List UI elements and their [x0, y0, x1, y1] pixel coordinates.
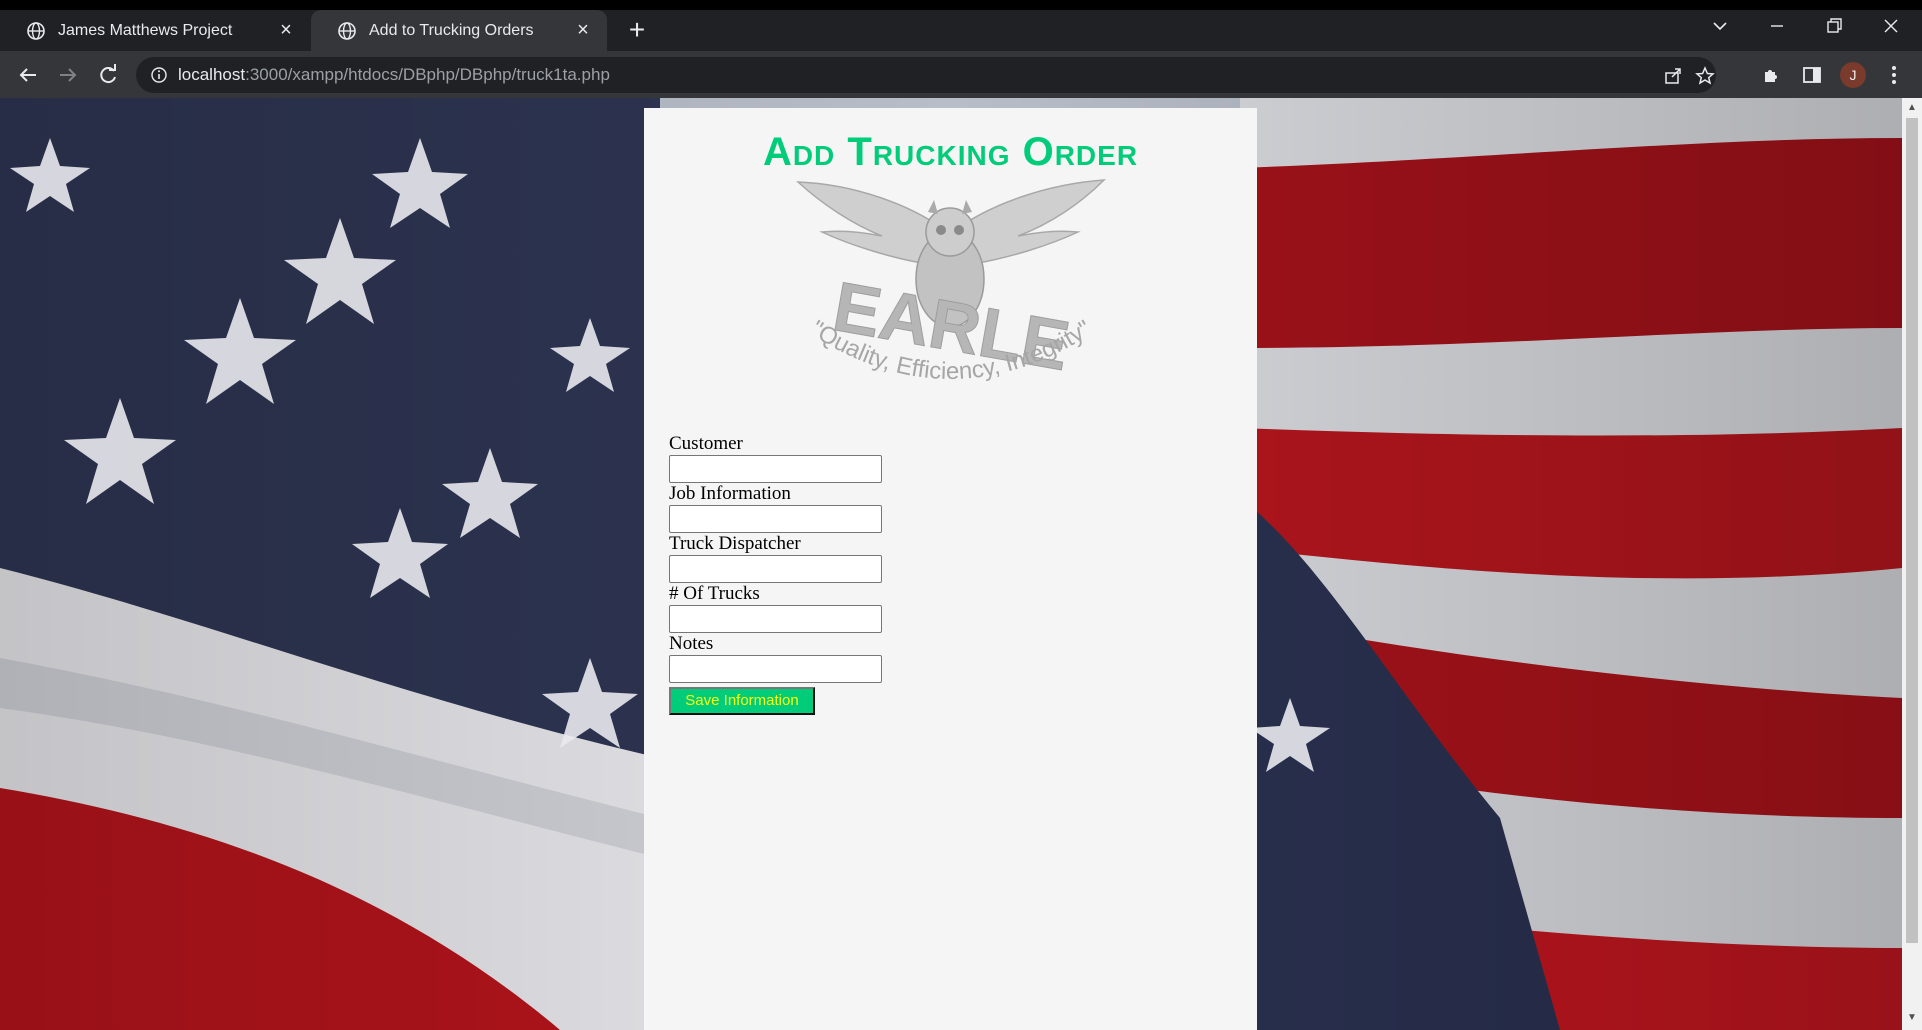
- url-host: localhost: [178, 65, 246, 84]
- customer-field-group: Customer: [669, 433, 882, 483]
- notes-field-group: Notes: [669, 633, 882, 683]
- page-title: Add Trucking Order: [762, 130, 1139, 174]
- content-panel: Add Trucking Order EARLE "Quality, Effic…: [644, 108, 1257, 1030]
- customer-label: Customer: [669, 433, 743, 454]
- globe-icon: [27, 21, 45, 40]
- bookmark-star-icon[interactable]: [1694, 65, 1716, 87]
- scroll-up-arrow-icon[interactable]: ▲: [1906, 102, 1918, 114]
- extensions-puzzle-icon[interactable]: [1760, 63, 1784, 87]
- profile-avatar[interactable]: J: [1840, 62, 1866, 88]
- tab-title: James Matthews Project: [58, 21, 233, 39]
- tab-search-chevron-icon[interactable]: [1708, 14, 1732, 38]
- page-viewport: Add Trucking Order EARLE "Quality, Effic…: [0, 98, 1902, 1030]
- truck-dispatcher-label: Truck Dispatcher: [669, 533, 801, 554]
- job-information-field-group: Job Information: [669, 483, 882, 533]
- new-tab-icon[interactable]: +: [624, 16, 650, 44]
- customer-input[interactable]: [669, 455, 882, 483]
- minimize-icon[interactable]: [1765, 14, 1789, 38]
- truck-dispatcher-field-group: Truck Dispatcher: [669, 533, 882, 583]
- url-text: localhost:3000/xampp/htdocs/DBphp/DBphp/…: [178, 65, 610, 85]
- job-information-input[interactable]: [669, 505, 882, 533]
- close-tab-icon[interactable]: ×: [573, 20, 593, 40]
- globe-icon: [338, 21, 356, 40]
- window-top-edge: [0, 0, 1922, 10]
- number-of-trucks-input[interactable]: [669, 605, 882, 633]
- tab-strip: James Matthews Project × Add to Trucking…: [0, 0, 1922, 51]
- reload-icon[interactable]: [94, 61, 122, 89]
- restore-icon[interactable]: [1822, 14, 1846, 38]
- share-icon[interactable]: [1662, 65, 1684, 87]
- close-tab-icon[interactable]: ×: [276, 20, 296, 40]
- scroll-down-arrow-icon[interactable]: ▼: [1906, 1012, 1918, 1024]
- truck-dispatcher-input[interactable]: [669, 555, 882, 583]
- job-information-label: Job Information: [669, 483, 791, 504]
- tab-add-to-trucking-orders[interactable]: Add to Trucking Orders ×: [311, 10, 607, 51]
- earle-owl-logo: EARLE "Quality, Efficiency, Integrity": [795, 179, 1106, 386]
- notes-input[interactable]: [669, 655, 882, 683]
- kebab-menu-icon[interactable]: [1882, 63, 1906, 87]
- side-panel-icon[interactable]: [1800, 63, 1824, 87]
- save-information-button[interactable]: Save Information: [669, 687, 815, 715]
- number-of-trucks-field-group: # Of Trucks: [669, 583, 882, 633]
- scrollbar-thumb[interactable]: [1906, 118, 1918, 943]
- url-path: :3000/xampp/htdocs/DBphp/DBphp/truck1ta.…: [245, 65, 610, 84]
- tab-title: Add to Trucking Orders: [369, 21, 534, 39]
- number-of-trucks-label: # Of Trucks: [669, 583, 760, 604]
- browser-toolbar: localhost:3000/xampp/htdocs/DBphp/DBphp/…: [0, 51, 1922, 98]
- address-bar[interactable]: localhost:3000/xampp/htdocs/DBphp/DBphp/…: [136, 57, 1716, 93]
- forward-arrow-icon[interactable]: [54, 61, 82, 89]
- close-window-icon[interactable]: [1879, 14, 1903, 38]
- trucking-order-form: Customer Job Information Truck Dispatche…: [669, 433, 882, 715]
- notes-label: Notes: [669, 633, 714, 654]
- vertical-scrollbar[interactable]: ▲ ▼: [1902, 98, 1922, 1030]
- site-info-icon[interactable]: [150, 66, 168, 84]
- back-arrow-icon[interactable]: [14, 61, 42, 89]
- tab-james-matthews-project[interactable]: James Matthews Project ×: [0, 10, 310, 51]
